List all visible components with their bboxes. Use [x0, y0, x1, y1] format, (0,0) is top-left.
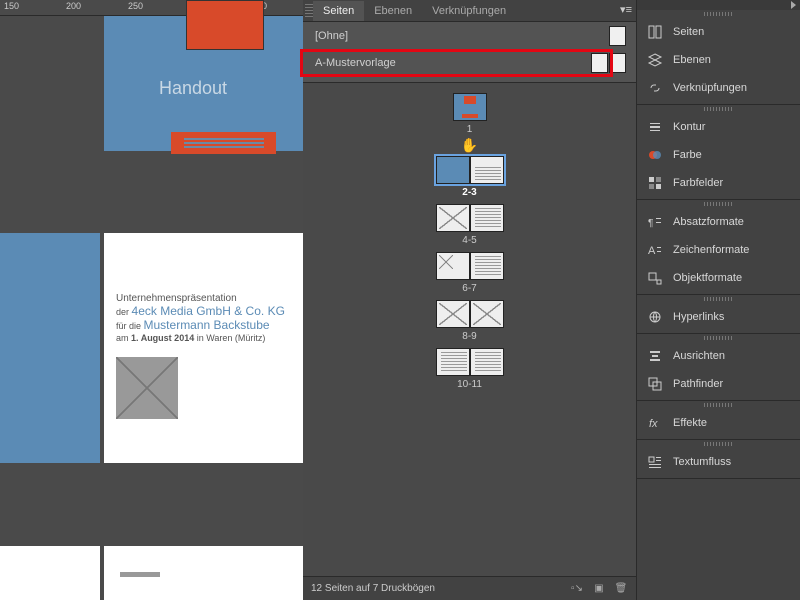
document-page-3[interactable]: Unternehmenspräsentation der 4eck Media … [104, 233, 303, 463]
right-dock: Seiten Ebenen Verknüpfungen Kontur Farbe… [636, 0, 800, 600]
pages-panel-footer: 12 Seiten auf 7 Druckbögen ▫↘ ▣ 🗑 [303, 576, 636, 600]
spread-10-11[interactable]: 10-11 [436, 348, 504, 390]
panel-grip-icon[interactable] [305, 4, 313, 18]
page-count-label: 12 Seiten auf 7 Druckbögen [311, 583, 435, 594]
spread-2-3[interactable]: 2-3 [436, 156, 504, 198]
panel-menu-icon[interactable]: ▾≡ [620, 3, 632, 16]
hand-cursor-icon: ✋ [461, 137, 478, 154]
tab-seiten[interactable]: Seiten [313, 1, 364, 21]
color-icon [647, 147, 663, 163]
dock-item-verknuepfungen[interactable]: Verknüpfungen [637, 74, 800, 102]
pages-panel: Seiten Ebenen Verknüpfungen ▾≡ [Ohne] A-… [303, 0, 636, 600]
orange-block-top[interactable] [186, 0, 264, 50]
spread-6-7[interactable]: 6-7 [436, 252, 504, 294]
document-page-1[interactable]: Handout [104, 16, 303, 151]
svg-text:¶: ¶ [648, 218, 653, 229]
dock-item-ebenen[interactable]: Ebenen [637, 46, 800, 74]
document-canvas[interactable]: 150 200 250 300 350 Handout Unternehmens… [0, 0, 303, 600]
spread-8-9[interactable]: 8-9 [436, 300, 504, 342]
dock-item-zeichenformate[interactable]: A Zeichenformate [637, 236, 800, 264]
pres-line1[interactable]: Unternehmenspräsentation [116, 293, 291, 304]
hyperlinks-icon [647, 309, 663, 325]
edit-page-icon[interactable]: ▫↘ [570, 582, 584, 596]
document-page-4[interactable] [0, 546, 100, 600]
master-pages-section: [Ohne] A-Mustervorlage [303, 22, 636, 83]
svg-text:A: A [648, 245, 656, 257]
dock-item-kontur[interactable]: Kontur [637, 113, 800, 141]
dock-item-pathfinder[interactable]: Pathfinder [637, 370, 800, 398]
orange-block-bottom[interactable] [171, 132, 276, 154]
document-page-5[interactable] [104, 546, 303, 600]
layers-icon [647, 52, 663, 68]
paragraph-styles-icon: ¶ [647, 214, 663, 230]
align-icon [647, 348, 663, 364]
document-page-2[interactable] [0, 233, 100, 463]
master-none[interactable]: [Ohne] [303, 22, 636, 49]
dock-item-ausrichten[interactable]: Ausrichten [637, 342, 800, 370]
stroke-icon [647, 119, 663, 135]
swatches-icon [647, 175, 663, 191]
tab-ebenen[interactable]: Ebenen [364, 1, 422, 21]
image-placeholder[interactable] [116, 357, 178, 419]
tab-verknuepfungen[interactable]: Verknüpfungen [422, 1, 516, 21]
new-page-icon[interactable]: ▣ [592, 582, 606, 596]
pathfinder-icon [647, 376, 663, 392]
text-wrap-icon [647, 454, 663, 470]
object-styles-icon [647, 270, 663, 286]
dock-item-textumfluss[interactable]: Textumfluss [637, 448, 800, 476]
dock-item-seiten[interactable]: Seiten [637, 18, 800, 46]
effects-icon: fx [647, 415, 663, 431]
dock-item-objektformate[interactable]: Objektformate [637, 264, 800, 292]
dock-item-farbe[interactable]: Farbe [637, 141, 800, 169]
panel-tab-bar: Seiten Ebenen Verknüpfungen ▾≡ [303, 0, 636, 22]
dock-item-effekte[interactable]: fx Effekte [637, 409, 800, 437]
delete-page-icon[interactable]: 🗑 [614, 582, 628, 596]
page-thumbnails[interactable]: 1 ✋ 2-3 4-5 6-7 8-9 10-11 [303, 83, 636, 576]
pages-icon [647, 24, 663, 40]
character-styles-icon: A [647, 242, 663, 258]
page1-title[interactable]: Handout [159, 78, 227, 99]
dock-item-hyperlinks[interactable]: Hyperlinks [637, 303, 800, 331]
spread-4-5[interactable]: 4-5 [436, 204, 504, 246]
dock-item-absatzformate[interactable]: ¶ Absatzformate [637, 208, 800, 236]
master-a-mustervorlage[interactable]: A-Mustervorlage [303, 49, 636, 76]
svg-text:fx: fx [649, 418, 658, 430]
links-icon [647, 80, 663, 96]
dock-item-farbfelder[interactable]: Farbfelder [637, 169, 800, 197]
dock-collapse-button[interactable] [637, 0, 800, 10]
spread-1[interactable]: 1 [453, 93, 487, 135]
